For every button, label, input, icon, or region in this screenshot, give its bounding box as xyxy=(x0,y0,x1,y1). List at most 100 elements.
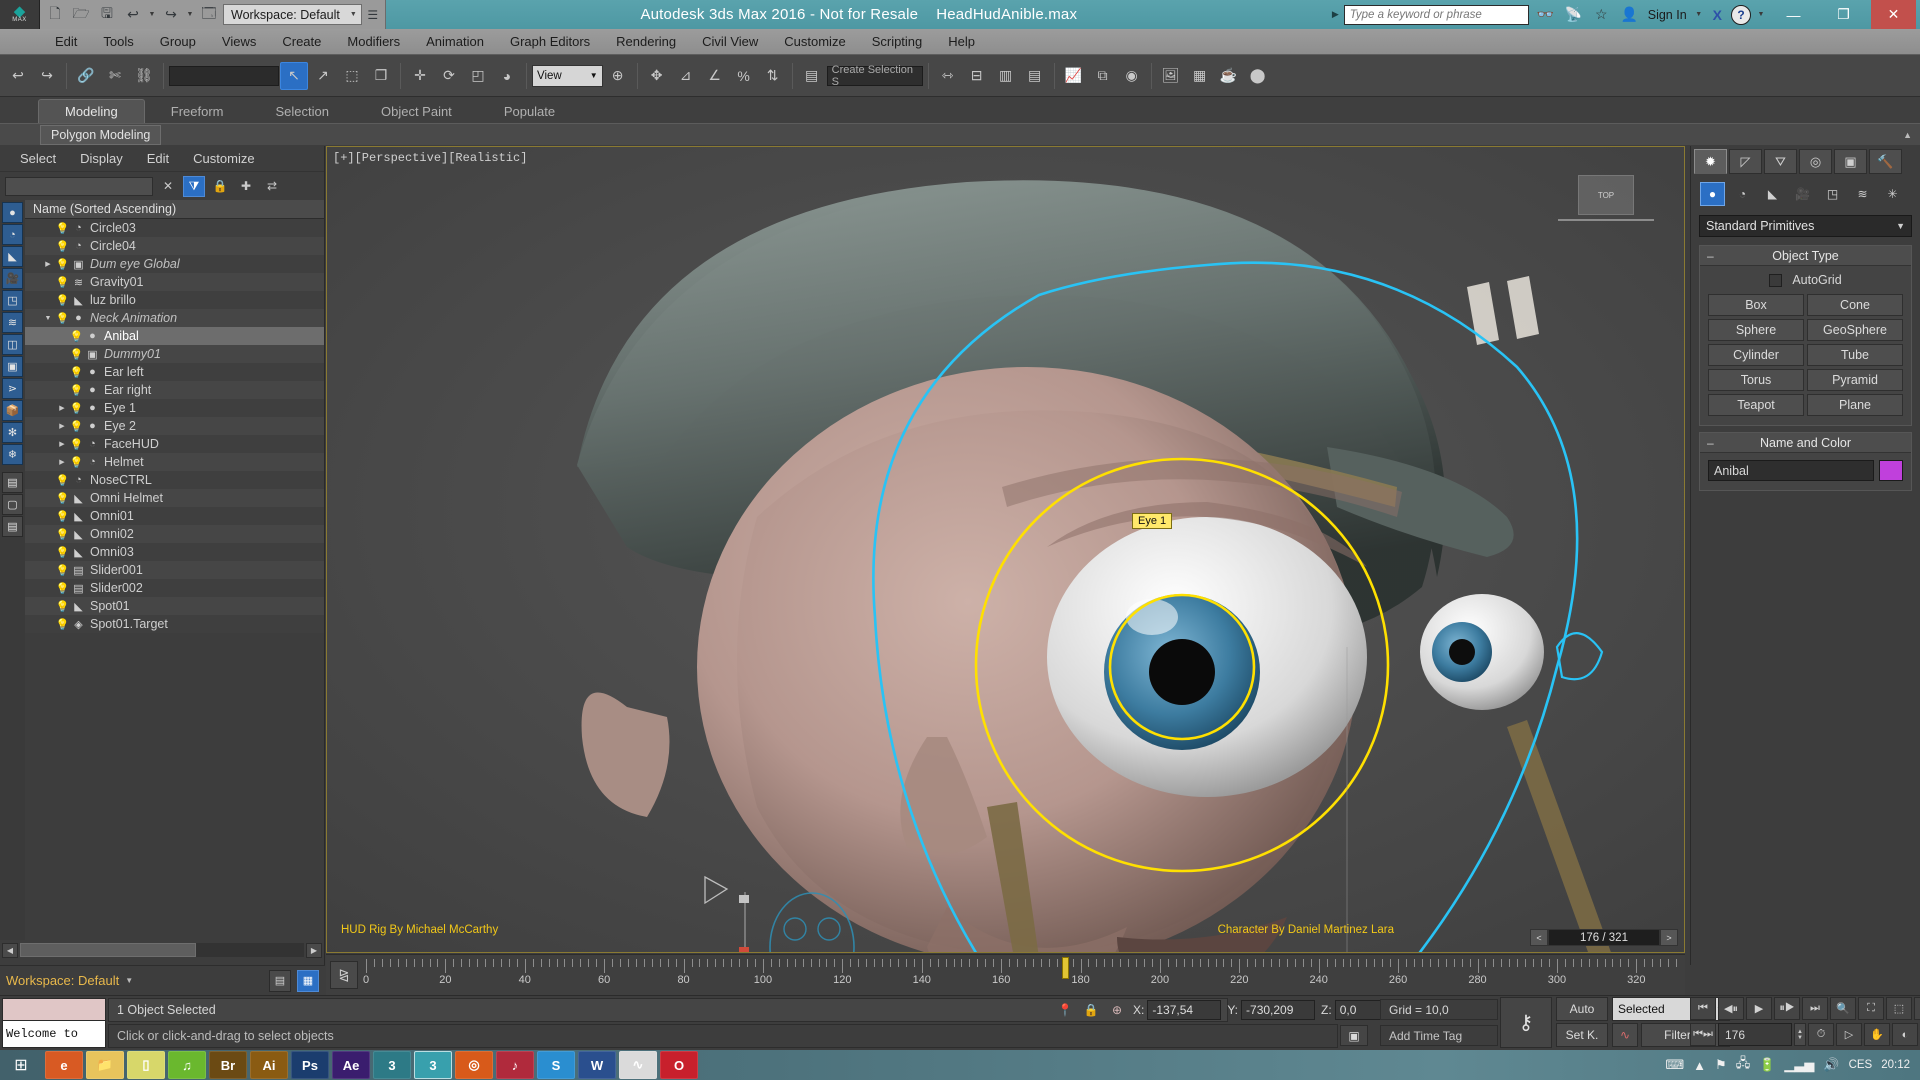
chevron-down-icon[interactable]: ▼ xyxy=(125,976,133,985)
ribbon-tab-selection[interactable]: Selection xyxy=(250,100,355,123)
zoom-region-tool[interactable]: ⬚ xyxy=(1886,997,1912,1020)
scroll-left-button[interactable]: ◀ xyxy=(2,943,18,958)
motion-tab[interactable]: ◎ xyxy=(1799,149,1832,174)
ribbon-tab-freeform[interactable]: Freeform xyxy=(145,100,250,123)
create-geosphere-button[interactable]: GeoSphere xyxy=(1807,319,1903,341)
y-value[interactable]: -730,209 xyxy=(1241,1000,1315,1020)
create-sphere-button[interactable]: Sphere xyxy=(1708,319,1804,341)
zoom-all-tool[interactable]: ▦ xyxy=(1914,997,1920,1020)
create-plane-button[interactable]: Plane xyxy=(1807,394,1903,416)
workspace-selector[interactable]: Workspace: Default ▼ xyxy=(223,4,362,25)
explorer-menu-customize[interactable]: Customize xyxy=(181,148,266,169)
create-cylinder-button[interactable]: Cylinder xyxy=(1708,344,1804,366)
add-selection-icon[interactable]: ✚ xyxy=(235,176,257,197)
set-key-button[interactable]: Set K. xyxy=(1556,1023,1608,1047)
explorer-menu-select[interactable]: Select xyxy=(8,148,68,169)
battery-tray-icon[interactable]: 🔋 xyxy=(1759,1057,1775,1073)
menu-item-rendering[interactable]: Rendering xyxy=(603,31,689,52)
visibility-bulb-icon[interactable]: 💡 xyxy=(55,546,70,559)
utilities-tab[interactable]: 🔨 xyxy=(1869,149,1902,174)
previous-frame-button[interactable]: ◀⏸ xyxy=(1718,997,1744,1020)
clear-search-icon[interactable]: ✕ xyxy=(157,176,179,197)
scene-explorer-row[interactable]: 💡◣Omni Helmet xyxy=(25,489,324,507)
opera-taskbar-icon[interactable]: O xyxy=(660,1051,698,1079)
scene-explorer-row[interactable]: 💡◔NoseCTRL xyxy=(25,471,324,489)
scene-explorer-row[interactable]: 💡●Ear left xyxy=(25,363,324,381)
visibility-bulb-icon[interactable]: 💡 xyxy=(69,402,84,415)
rendered-frame-window-icon[interactable]: ▦ xyxy=(1186,62,1214,90)
ribbon-tab-populate[interactable]: Populate xyxy=(478,100,581,123)
bridge-taskbar-icon[interactable]: Br xyxy=(209,1051,247,1079)
visibility-bulb-icon[interactable]: 💡 xyxy=(55,474,70,487)
window-crossing-toggle-icon[interactable]: ❐ xyxy=(367,62,395,90)
scene-explorer-row[interactable]: 💡◣Omni01 xyxy=(25,507,324,525)
list-view-icon[interactable]: ▤ xyxy=(2,472,23,493)
named-selection-sets-field[interactable]: Create Selection S xyxy=(827,66,923,86)
sync-selection-icon[interactable]: ⇄ xyxy=(261,176,283,197)
previous-frame-arrow-icon[interactable]: < xyxy=(1530,929,1548,946)
restore-button[interactable]: ❐ xyxy=(1821,0,1866,29)
visibility-bulb-icon[interactable]: 💡 xyxy=(69,348,84,361)
scene-explorer-row[interactable]: 💡◈Spot01.Target xyxy=(25,615,324,633)
scene-explorer-row[interactable]: 💡≋Gravity01 xyxy=(25,273,324,291)
x-coordinate-field[interactable]: X: -137,54 xyxy=(1133,1000,1221,1020)
scene-explorer-toggle-icon[interactable]: ▦ xyxy=(297,970,319,992)
time-configuration-icon[interactable]: ⏱ xyxy=(1808,1023,1834,1046)
rollout-collapse-icon[interactable]: – xyxy=(1707,436,1714,450)
absolute-relative-mode-icon[interactable]: ⊕ xyxy=(1107,1000,1127,1020)
project-folder-icon[interactable]: 🗔 xyxy=(197,3,221,27)
scene-explorer-row[interactable]: 💡▣Dummy01 xyxy=(25,345,324,363)
display-space-warps-icon[interactable]: ≋ xyxy=(2,312,23,333)
ribbon-toggle-icon[interactable]: ▤ xyxy=(1021,62,1049,90)
maxscript-input-line[interactable] xyxy=(3,999,105,1021)
favorites-star-icon[interactable]: ☆ xyxy=(1590,3,1613,26)
aftereffects-taskbar-icon[interactable]: Ae xyxy=(332,1051,370,1079)
scene-explorer-row[interactable]: ▶💡◔FaceHUD xyxy=(25,435,324,453)
use-pivot-point-center-icon[interactable]: ⊕ xyxy=(604,62,632,90)
expand-arrow-right-icon[interactable]: ▶ xyxy=(55,458,69,466)
percent-snap-toggle-icon[interactable]: % xyxy=(730,62,758,90)
filter-icon[interactable]: ⧩ xyxy=(183,176,205,197)
layer-explorer-icon[interactable]: ▥ xyxy=(992,62,1020,90)
start-button[interactable]: ⊞ xyxy=(0,1050,42,1080)
menu-item-create[interactable]: Create xyxy=(269,31,334,52)
undo-icon[interactable]: ↩ xyxy=(121,3,145,27)
unlink-selection-icon[interactable]: ✄ xyxy=(101,62,129,90)
display-tab[interactable]: ▣ xyxy=(1834,149,1867,174)
goto-start-button[interactable]: ⏮ xyxy=(1690,997,1716,1020)
signal-tray-icon[interactable]: ▁▃▅ xyxy=(1784,1057,1814,1073)
display-geometry-icon[interactable]: ● xyxy=(2,202,23,223)
scene-explorer-row[interactable]: 💡◔Circle03 xyxy=(25,219,324,237)
menu-item-animation[interactable]: Animation xyxy=(413,31,497,52)
create-pyramid-button[interactable]: Pyramid xyxy=(1807,369,1903,391)
schematic-view-icon[interactable]: ⧉ xyxy=(1089,62,1117,90)
3dsmax-active-taskbar-icon[interactable]: 3 xyxy=(414,1051,452,1079)
field-of-view-icon[interactable]: ◐ xyxy=(1892,1023,1918,1046)
helpers-category[interactable]: ◳ xyxy=(1820,182,1845,206)
lock-icon[interactable]: 🔒 xyxy=(209,176,231,197)
align-icon[interactable]: ⊟ xyxy=(963,62,991,90)
scroll-right-button[interactable]: ▶ xyxy=(306,943,322,958)
select-and-move-icon[interactable]: ✛ xyxy=(406,62,434,90)
scene-explorer-row[interactable]: ▶💡◔Helmet xyxy=(25,453,324,471)
minimize-button[interactable]: — xyxy=(1771,0,1816,29)
object-type-rollout-header[interactable]: – Object Type xyxy=(1700,246,1911,266)
orbit-tool-icon[interactable]: ▷ xyxy=(1836,1023,1862,1046)
menu-item-civil-view[interactable]: Civil View xyxy=(689,31,771,52)
visibility-bulb-icon[interactable]: 💡 xyxy=(69,456,84,469)
visibility-bulb-icon[interactable]: 💡 xyxy=(55,492,70,505)
snaps-toggle-icon[interactable]: ⊿ xyxy=(672,62,700,90)
visibility-bulb-icon[interactable]: 💡 xyxy=(55,276,70,289)
perspective-viewport[interactable]: [+][Perspective][Realistic] TOP Eye 1 HU… xyxy=(326,146,1685,953)
render-production-icon[interactable]: ☕ xyxy=(1215,62,1243,90)
select-and-scale-icon[interactable]: ◰ xyxy=(464,62,492,90)
create-teapot-button[interactable]: Teapot xyxy=(1708,394,1804,416)
scene-explorer-column-header[interactable]: Name (Sorted Ascending) xyxy=(25,200,324,219)
keyboard-tray-icon[interactable]: ⌨ xyxy=(1665,1057,1684,1073)
visibility-bulb-icon[interactable]: 💡 xyxy=(69,384,84,397)
key-mode-toggle-icon[interactable]: ⏮⏭ xyxy=(1690,1023,1716,1046)
visibility-bulb-icon[interactable]: 💡 xyxy=(69,438,84,451)
scene-explorer-row[interactable]: ▼💡●Neck Animation xyxy=(25,309,324,327)
display-lights-icon[interactable]: ◣ xyxy=(2,246,23,267)
show-hidden-icons[interactable]: ▲ xyxy=(1693,1058,1706,1073)
